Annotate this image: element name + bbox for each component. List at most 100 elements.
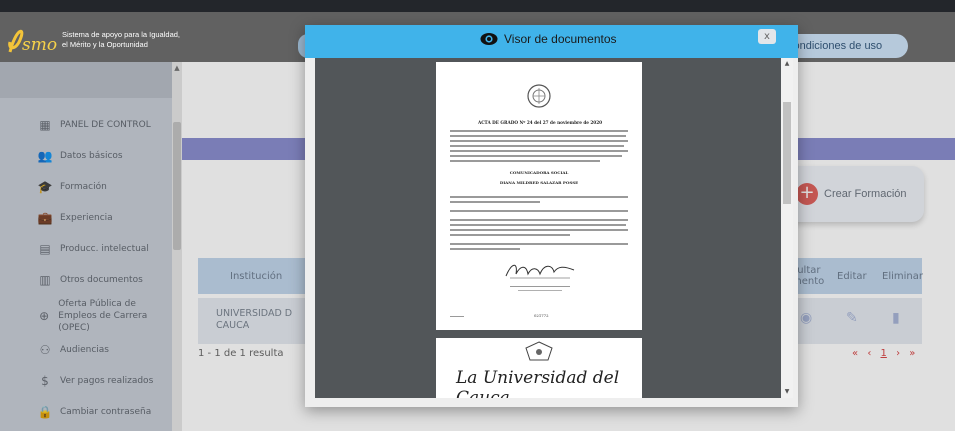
app-title-line1: Sistema de apoyo para la Igualdad,: [62, 30, 180, 39]
text-line: [450, 248, 520, 250]
text-line: [450, 196, 628, 198]
book-icon: ▤: [39, 242, 51, 256]
scroll-up-icon[interactable]: ▲: [173, 64, 181, 72]
text-line: [450, 155, 622, 157]
browser-top-strip: [0, 0, 955, 12]
text-line: [450, 243, 628, 245]
university-heading: La Universidad del Cauca: [456, 368, 620, 398]
text-line: [450, 229, 628, 231]
sidebar-item-label: Formación: [60, 182, 107, 192]
sidebar-item-label-line2: Empleos de Carrera (OPEC): [58, 311, 148, 333]
sidebar-item-ver-pagos[interactable]: $ Ver pagos realizados: [0, 366, 172, 396]
crear-formacion-button[interactable]: + Crear Formación: [786, 166, 924, 222]
current-page[interactable]: 1: [881, 348, 887, 359]
sidebar-scrollbar[interactable]: ▲: [172, 62, 182, 431]
view-icon[interactable]: ◉: [800, 310, 812, 326]
people-icon: 👥: [37, 149, 53, 163]
text-line: [450, 150, 628, 152]
sidebar-item-cambiar-contrasena[interactable]: 🔒 Cambiar contraseña: [0, 397, 172, 427]
sidebar-item-formacion[interactable]: 🎓 Formación: [0, 172, 172, 202]
cell-institucion-line2: CAUCA: [216, 320, 250, 331]
next-page-button[interactable]: ›: [896, 348, 900, 359]
pdf-viewer[interactable]: ACTA DE GRADO Nº 24 del 27 de noviembre …: [315, 58, 781, 398]
cell-institucion-line1: UNIVERSIDAD D: [216, 308, 293, 319]
dollar-icon: $: [41, 374, 49, 388]
last-page-button[interactable]: »: [909, 348, 915, 359]
eye-icon: [480, 33, 498, 45]
text-line: [450, 224, 626, 226]
smo-logo: smo: [8, 29, 57, 55]
scroll-up-icon[interactable]: ▲: [783, 60, 791, 68]
column-header-editar[interactable]: Editar: [837, 258, 867, 294]
briefcase-icon: 💼: [37, 211, 53, 225]
text-line: [510, 286, 570, 288]
text-line: [450, 130, 628, 132]
cell-institucion: UNIVERSIDAD D CAUCA: [216, 308, 292, 332]
dashboard-icon: ▦: [39, 118, 51, 132]
column-header-eliminar[interactable]: Eliminar: [882, 258, 923, 294]
text-line: [450, 160, 600, 162]
sidebar-scroll-thumb[interactable]: [173, 122, 181, 250]
modal-title: Visor de documentos: [504, 32, 617, 46]
university-seal-icon: [527, 84, 551, 108]
document-number: 021772: [534, 313, 549, 318]
sidebar-item-label: PANEL DE CONTROL: [60, 120, 151, 130]
first-page-button[interactable]: «: [852, 348, 858, 359]
sidebar-item-label: Otros documentos: [60, 275, 143, 285]
sidebar-item-label: Experiencia: [60, 213, 113, 223]
recipient-name: DIANA MILDRED SALAZAR POSSE: [499, 180, 579, 185]
plus-icon: +: [796, 183, 818, 205]
document-icon: ▥: [39, 273, 51, 287]
text-line: [450, 219, 628, 221]
sidebar-item-label: Producc. intelectual: [60, 244, 149, 254]
text-line: [450, 316, 464, 318]
sidebar-item-produccion-intelectual[interactable]: ▤ Producc. intelectual: [0, 234, 172, 264]
text-line: [450, 135, 626, 137]
text-line: [450, 234, 570, 236]
scroll-down-icon[interactable]: ▼: [783, 388, 791, 396]
sidebar-item-label: Oferta Pública de Empleos de Carrera (OP…: [58, 298, 172, 334]
column-header-institucion[interactable]: Institución: [230, 258, 282, 294]
trash-icon[interactable]: ▮: [892, 310, 900, 326]
document-title: ACTA DE GRADO Nº 24 del 27 de noviembre …: [477, 120, 603, 125]
text-line: [518, 290, 562, 292]
app-title-line2: el Mérito y la Oportunidad: [62, 40, 148, 49]
sidebar-item-datos-basicos[interactable]: 👥 Datos básicos: [0, 141, 172, 171]
app-title: Sistema de apoyo para la Igualdad, el Mé…: [62, 30, 180, 50]
sidebar-item-audiencias[interactable]: ⚇ Audiencias: [0, 335, 172, 365]
lock-icon: 🔒: [37, 405, 53, 419]
document-viewer-modal: Visor de documentos x ACTA DE GRADO Nº 2…: [305, 25, 798, 407]
text-line: [450, 201, 540, 203]
sidebar-item-label: Audiencias: [60, 345, 109, 355]
document-page-2: La Universidad del Cauca: [436, 338, 642, 398]
sidebar-item-oferta-publica[interactable]: ⊕ Oferta Pública de Empleos de Carrera (…: [0, 296, 172, 336]
prev-page-button[interactable]: ‹: [867, 348, 871, 359]
modal-title-group: Visor de documentos: [480, 32, 617, 46]
edit-pencil-icon[interactable]: ✎: [846, 310, 858, 326]
text-line: [450, 140, 628, 142]
svg-text:smo: smo: [22, 35, 57, 55]
sidebar-item-experiencia[interactable]: 💼 Experiencia: [0, 203, 172, 233]
sidebar: ▲ ▦ PANEL DE CONTROL 👥 Datos básicos 🎓 F…: [0, 62, 182, 431]
pagination: « ‹ 1 › »: [852, 348, 921, 359]
degree-title: COMUNICADORA SOCIAL: [509, 170, 569, 175]
globe-icon: ⊕: [39, 309, 50, 323]
sidebar-item-label: Cambiar contraseña: [60, 407, 152, 417]
sidebar-header: [0, 62, 172, 98]
sidebar-item-otros-documentos[interactable]: ▥ Otros documentos: [0, 265, 172, 295]
signature-image: [505, 264, 575, 279]
sidebar-item-label: Ver pagos realizados: [60, 376, 154, 386]
viewer-scrollbar[interactable]: ▲ ▼: [781, 58, 793, 398]
modal-header: Visor de documentos x: [305, 25, 798, 58]
result-count: 1 - 1 de 1 resulta: [198, 348, 284, 359]
audience-icon: ⚇: [39, 343, 51, 357]
text-line: [450, 210, 628, 212]
coat-of-arms-icon: [525, 341, 553, 361]
crear-formacion-label: Crear Formación: [824, 188, 907, 200]
sidebar-item-panel-de-control[interactable]: ▦ PANEL DE CONTROL: [0, 110, 172, 140]
close-button[interactable]: x: [758, 29, 776, 44]
viewer-scroll-thumb[interactable]: [783, 102, 791, 204]
sidebar-item-label-line1: Oferta Pública de: [58, 299, 136, 309]
text-line: [450, 145, 624, 147]
graduation-icon: 🎓: [37, 180, 53, 194]
